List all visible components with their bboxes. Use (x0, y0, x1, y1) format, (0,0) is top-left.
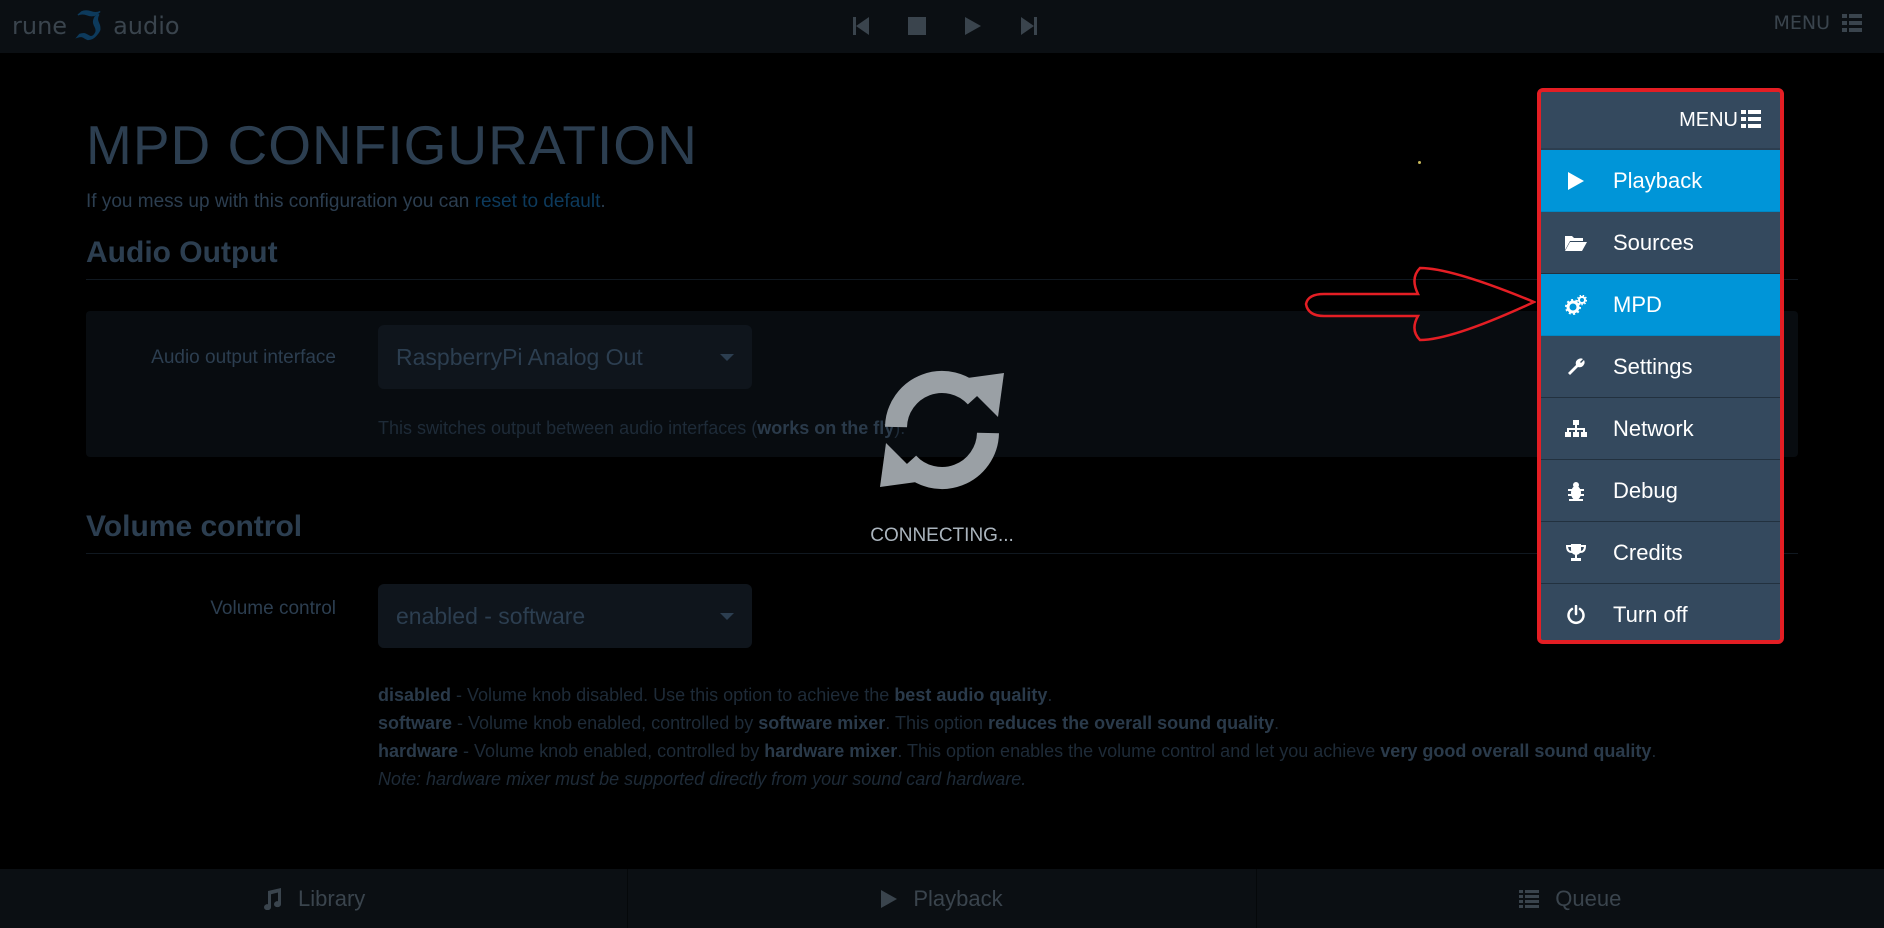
previous-button[interactable] (846, 12, 876, 40)
help-bold: best audio quality (894, 685, 1048, 705)
menu-item-label: Sources (1613, 229, 1694, 255)
red-arrow-annotation (1304, 266, 1536, 342)
transport-controls (846, 12, 1044, 40)
help-bold: works on the fly (757, 418, 895, 438)
help-bold: software mixer (758, 713, 886, 733)
menu-item-credits[interactable]: Credits (1541, 522, 1780, 584)
bug-icon (1565, 480, 1587, 502)
menu-item-debug[interactable]: Debug (1541, 460, 1780, 522)
volume-help-disabled: disabled - Volume knob disabled. Use thi… (378, 681, 1656, 709)
play-icon (881, 889, 898, 908)
step-forward-icon (1021, 17, 1037, 35)
music-icon (264, 887, 282, 910)
top-navbar: rune ℑ audio MENU (0, 0, 1884, 53)
menu-header[interactable]: MENU (1541, 92, 1780, 150)
volume-help-block: disabled - Volume knob disabled. Use thi… (378, 681, 1656, 793)
help-prefix: This switches output between audio inter… (378, 418, 758, 438)
volume-control-select[interactable]: enabled - software (378, 584, 752, 648)
help-text: . (1651, 741, 1657, 761)
power-icon (1565, 604, 1587, 626)
logo-text-rune: rune (12, 12, 68, 40)
logo-mark-icon: ℑ (75, 3, 102, 48)
bottom-navbar: Library Playback Queue (0, 869, 1884, 928)
audio-output-label: Audio output interface (151, 347, 336, 368)
volume-help-hardware: hardware - Volume knob enabled, controll… (378, 737, 1656, 765)
volume-help-software: software - Volume knob enabled, controll… (378, 709, 1656, 737)
trophy-icon (1565, 542, 1587, 564)
main-menu-dropdown: MENU Playback Sources MPD Settings Netwo… (1537, 88, 1784, 644)
menu-item-label: MPD (1613, 291, 1662, 317)
intro-text: If you mess up with this configuration y… (86, 191, 606, 213)
list-icon (1519, 889, 1540, 908)
bottom-tab-queue-label: Queue (1555, 885, 1622, 911)
play-button[interactable] (958, 12, 988, 40)
caret-down-icon (720, 613, 734, 620)
section-title-volume-control: Volume control (86, 510, 303, 543)
help-bold: very good overall sound quality (1380, 741, 1652, 761)
bottom-tab-queue[interactable]: Queue (1257, 869, 1884, 928)
stop-button[interactable] (902, 12, 932, 40)
help-text: . (1047, 685, 1053, 705)
runeaudio-logo[interactable]: rune ℑ audio (12, 3, 180, 48)
intro-text-end: . (600, 191, 606, 212)
list-icon (1842, 14, 1862, 32)
help-text: - Volume knob enabled, controlled by (452, 713, 759, 733)
wrench-icon (1565, 356, 1587, 378)
menu-header-label: MENU (1679, 108, 1738, 131)
menu-item-label: Turn off (1613, 601, 1688, 627)
menu-item-label: Playback (1613, 167, 1703, 193)
audio-output-selected-value: RaspberryPi Analog Out (396, 343, 643, 370)
menu-item-network[interactable]: Network (1541, 398, 1780, 460)
volume-control-label: Volume control (210, 598, 336, 619)
menu-item-turn-off[interactable]: Turn off (1541, 584, 1780, 640)
help-text: . This option enables the volume control… (897, 741, 1381, 761)
menu-item-playback[interactable]: Playback (1541, 150, 1780, 212)
intro-text-body: If you mess up with this configuration y… (86, 191, 475, 212)
audio-output-help: This switches output between audio inter… (378, 418, 905, 439)
help-bold: hardware mixer (764, 741, 898, 761)
help-text: - Volume knob enabled, controlled by (458, 741, 765, 761)
volume-help-note: Note: hardware mixer must be supported d… (378, 765, 1656, 793)
menu-item-settings[interactable]: Settings (1541, 336, 1780, 398)
help-text: . This option (885, 713, 989, 733)
help-keyword: hardware (378, 741, 459, 761)
menu-item-sources[interactable]: Sources (1541, 212, 1780, 274)
menu-item-label: Debug (1613, 477, 1678, 503)
page-title: MPD CONFIGURATION (86, 114, 698, 176)
help-text: - Volume knob disabled. Use this option … (451, 685, 895, 705)
sitemap-icon (1565, 418, 1587, 440)
audio-output-select[interactable]: RaspberryPi Analog Out (378, 325, 752, 389)
section-title-audio-output: Audio Output (86, 236, 278, 269)
bottom-tab-playback[interactable]: Playback (628, 869, 1257, 928)
play-icon (965, 17, 981, 35)
bottom-tab-playback-label: Playback (913, 885, 1003, 911)
top-menu-toggle[interactable]: MENU (1773, 12, 1862, 34)
folder-open-icon (1565, 232, 1587, 254)
logo-text-audio: audio (113, 12, 180, 40)
help-keyword: disabled (378, 685, 452, 705)
menu-item-mpd[interactable]: MPD (1541, 274, 1780, 336)
next-button[interactable] (1014, 12, 1044, 40)
bottom-tab-library[interactable]: Library (0, 869, 629, 928)
menu-item-label: Credits (1613, 539, 1683, 565)
play-icon (1565, 170, 1587, 192)
top-menu-label: MENU (1773, 12, 1830, 34)
connecting-status: CONNECTING... (870, 525, 1014, 546)
menu-item-label: Network (1613, 415, 1694, 441)
help-note: Note: hardware mixer must be supported d… (378, 769, 1027, 789)
volume-control-selected-value: enabled - software (396, 602, 586, 629)
stop-icon (908, 17, 926, 35)
cogs-icon (1565, 294, 1587, 316)
caret-down-icon (720, 354, 734, 361)
help-keyword: software (378, 713, 453, 733)
reset-to-default-link[interactable]: reset to default (475, 191, 601, 212)
bottom-tab-library-label: Library (298, 885, 366, 911)
step-backward-icon (853, 17, 869, 35)
refresh-icon (880, 370, 1004, 490)
help-bold: reduces the overall sound quality (988, 713, 1275, 733)
menu-item-label: Settings (1613, 353, 1693, 379)
help-text: . (1274, 713, 1280, 733)
stray-dot (1418, 161, 1421, 164)
list-icon (1741, 110, 1761, 128)
